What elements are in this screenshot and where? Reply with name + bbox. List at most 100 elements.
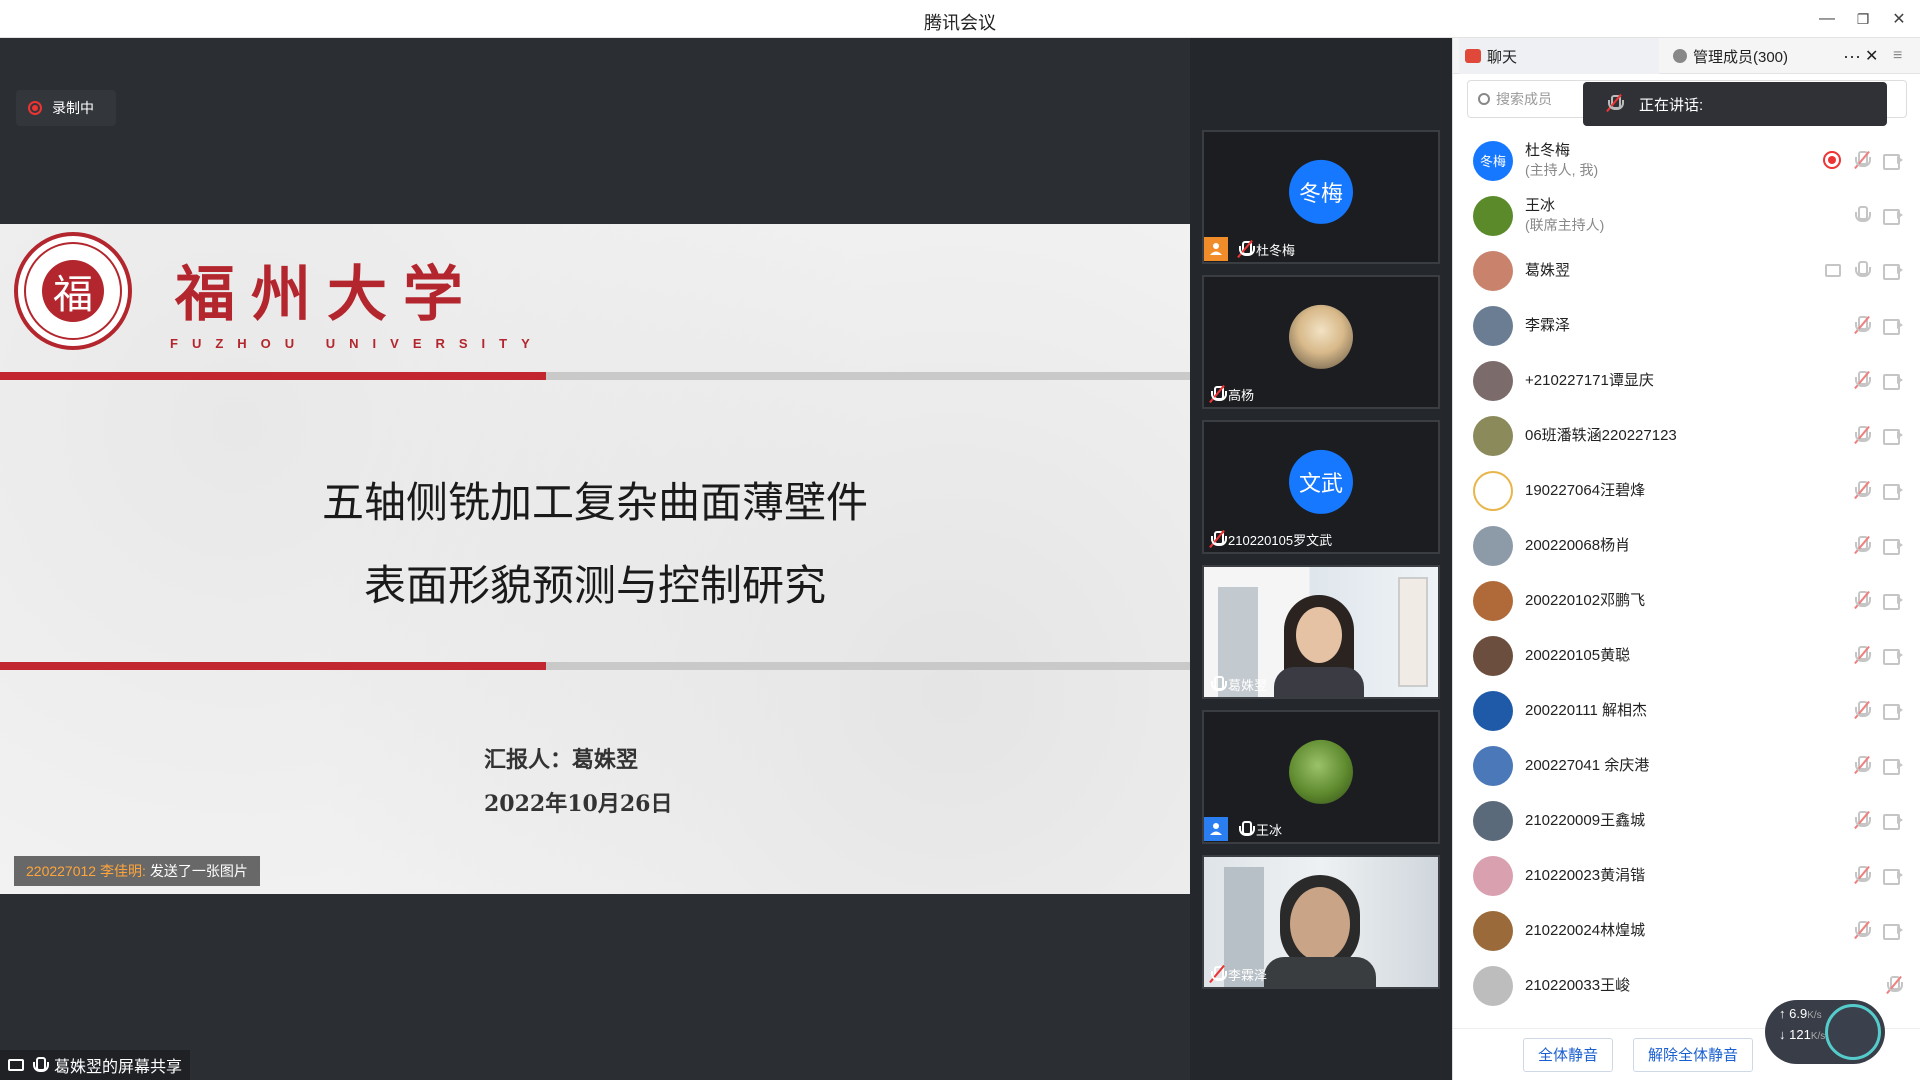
camera-icon[interactable] [1883, 263, 1903, 280]
list-item[interactable]: +210227171谭显庆 [1453, 353, 1920, 408]
member-name: 210220023黄涓锴 [1525, 867, 1646, 884]
host-icon [1204, 237, 1228, 261]
restore-icon[interactable]: ❐ [1852, 8, 1874, 30]
mic-muted-icon[interactable] [1853, 865, 1871, 885]
mic-muted-icon[interactable] [1853, 645, 1871, 665]
list-item[interactable]: 210220009王鑫城 [1453, 793, 1920, 848]
mic-muted-icon [1209, 964, 1227, 984]
mic-icon[interactable] [1853, 206, 1871, 224]
list-item[interactable]: 210220024林煌城 [1453, 903, 1920, 958]
chat-notification[interactable]: 220227012 李佳明: 发送了一张图片 [14, 856, 260, 886]
camera-off-icon[interactable] [1883, 703, 1903, 720]
search-icon [1478, 93, 1490, 105]
camera-off-icon[interactable] [1883, 868, 1903, 885]
video-tile-dudongmei[interactable]: 冬梅 杜冬梅 [1202, 130, 1440, 264]
tab-chat[interactable]: 聊天 [1459, 38, 1659, 74]
list-item[interactable]: 王冰 (联席主持人) [1453, 188, 1920, 243]
list-item[interactable]: 200220111 解相杰 [1453, 683, 1920, 738]
mic-muted-icon [1606, 93, 1624, 113]
member-name: 200227041 余庆港 [1525, 757, 1650, 774]
avatar: 冬梅 [1473, 140, 1513, 181]
close-panel-icon[interactable]: ✕ [1865, 38, 1878, 74]
video-tile-geshuyi[interactable]: 葛姝翌 [1202, 565, 1440, 699]
record-icon [1823, 151, 1841, 169]
record-icon [28, 101, 42, 115]
mic-muted-icon[interactable] [1853, 480, 1871, 500]
slide-reporter: 汇报人：葛姝翌 [484, 747, 639, 773]
screen-share-icon [8, 1059, 24, 1071]
participant-name: 杜冬梅 [1256, 242, 1296, 258]
camera-off-icon[interactable] [1883, 813, 1903, 830]
video-tile-lilinze[interactable]: 李霖泽 [1202, 855, 1440, 989]
avatar [1473, 910, 1513, 951]
network-speed-widget[interactable]: ↑ 6.9K/s ↓ 121K/s [1765, 1000, 1885, 1064]
slide-title-line2: 表面形貌预测与控制研究 [363, 561, 826, 610]
mic-muted-icon[interactable] [1853, 590, 1871, 610]
list-item[interactable]: 李霖泽 [1453, 298, 1920, 353]
title-bar: 腾讯会议 — ❐ ✕ [0, 0, 1920, 38]
mic-muted-icon[interactable] [1853, 535, 1871, 555]
members-panel: 聊天 管理成员(300) ··· ✕ ≡ 搜索成员 正在讲话: 冬梅 杜冬梅 (主… [1452, 38, 1920, 1080]
camera-off-icon[interactable] [1883, 538, 1903, 555]
member-name: 06班潘轶涵220227123 [1525, 427, 1677, 444]
menu-icon[interactable]: ≡ [1893, 38, 1902, 74]
mic-muted-icon[interactable] [1885, 975, 1903, 995]
list-item[interactable]: 210220023黄涓锴 [1453, 848, 1920, 903]
video-tile-gaoyang[interactable]: 高杨 [1202, 275, 1440, 409]
list-item[interactable]: 200220102邓鹏飞 [1453, 573, 1920, 628]
list-item[interactable]: 200220105黄聪 [1453, 628, 1920, 683]
video-gallery: 冬梅 杜冬梅 高杨 文武 210220105罗文武 葛姝翌 王冰 李霖泽 [1190, 38, 1452, 1080]
mic-icon[interactable] [1853, 261, 1871, 279]
speaking-indicator: 正在讲话: [1583, 82, 1887, 126]
camera-icon[interactable] [1883, 318, 1903, 335]
tab-chat-label: 聊天 [1487, 48, 1518, 66]
tab-members-label: 管理成员(300) [1693, 48, 1789, 66]
screen-share-icon [1825, 263, 1841, 277]
camera-off-icon[interactable] [1883, 648, 1903, 665]
camera-off-icon[interactable] [1883, 923, 1903, 940]
avatar [1289, 739, 1353, 804]
speaking-label: 正在讲话: [1639, 96, 1704, 114]
mic-muted-icon[interactable] [1853, 700, 1871, 720]
avatar [1473, 305, 1513, 346]
camera-off-icon[interactable] [1883, 428, 1903, 445]
unmute-all-button[interactable]: 解除全体静音 [1633, 1037, 1754, 1072]
mic-muted-icon[interactable] [1853, 315, 1871, 335]
member-name: 杜冬梅 [1525, 142, 1571, 159]
more-icon[interactable]: ··· [1843, 38, 1861, 74]
mic-muted-icon[interactable] [1853, 150, 1871, 170]
list-item[interactable]: 葛姝翌 [1453, 243, 1920, 298]
camera-off-icon[interactable] [1883, 153, 1903, 170]
mic-muted-icon[interactable] [1853, 810, 1871, 830]
mic-muted-icon[interactable] [1853, 755, 1871, 775]
chat-icon [1465, 49, 1481, 63]
list-item[interactable]: 200220068杨肖 [1453, 518, 1920, 573]
camera-off-icon[interactable] [1883, 593, 1903, 610]
tab-members[interactable]: 管理成员(300) [1673, 38, 1788, 74]
mic-muted-icon[interactable] [1853, 425, 1871, 445]
camera-off-icon[interactable] [1883, 758, 1903, 775]
camera-off-icon[interactable] [1883, 373, 1903, 390]
mic-muted-icon[interactable] [1853, 370, 1871, 390]
list-item[interactable]: 冬梅 杜冬梅 (主持人, 我) [1453, 133, 1920, 188]
avatar [1473, 580, 1513, 621]
mute-all-button[interactable]: 全体静音 [1523, 1037, 1614, 1072]
video-tile-luowenwu[interactable]: 文武 210220105罗文武 [1202, 420, 1440, 554]
camera-off-icon[interactable] [1883, 208, 1903, 225]
top-divider-bar [0, 372, 1190, 380]
member-role: (主持人, 我) [1525, 162, 1599, 178]
mic-muted-icon[interactable] [1853, 920, 1871, 940]
university-name-en: FUZHOU UNIVERSITY [170, 336, 544, 351]
close-icon[interactable]: ✕ [1888, 8, 1910, 30]
avatar [1473, 525, 1513, 566]
mic-icon [1210, 675, 1227, 693]
list-item[interactable]: 06班潘轶涵220227123 [1453, 408, 1920, 463]
video-tile-wangbing[interactable]: 王冰 [1202, 710, 1440, 844]
minimize-icon[interactable]: — [1816, 8, 1838, 30]
list-item[interactable]: 200227041 余庆港 [1453, 738, 1920, 793]
list-item[interactable]: 190227064汪碧烽 [1453, 463, 1920, 518]
notification-sender: 220227012 李佳明: [26, 863, 146, 879]
camera-off-icon[interactable] [1883, 483, 1903, 500]
recording-indicator[interactable]: 录制中 [16, 90, 116, 126]
avatar [1473, 690, 1513, 731]
